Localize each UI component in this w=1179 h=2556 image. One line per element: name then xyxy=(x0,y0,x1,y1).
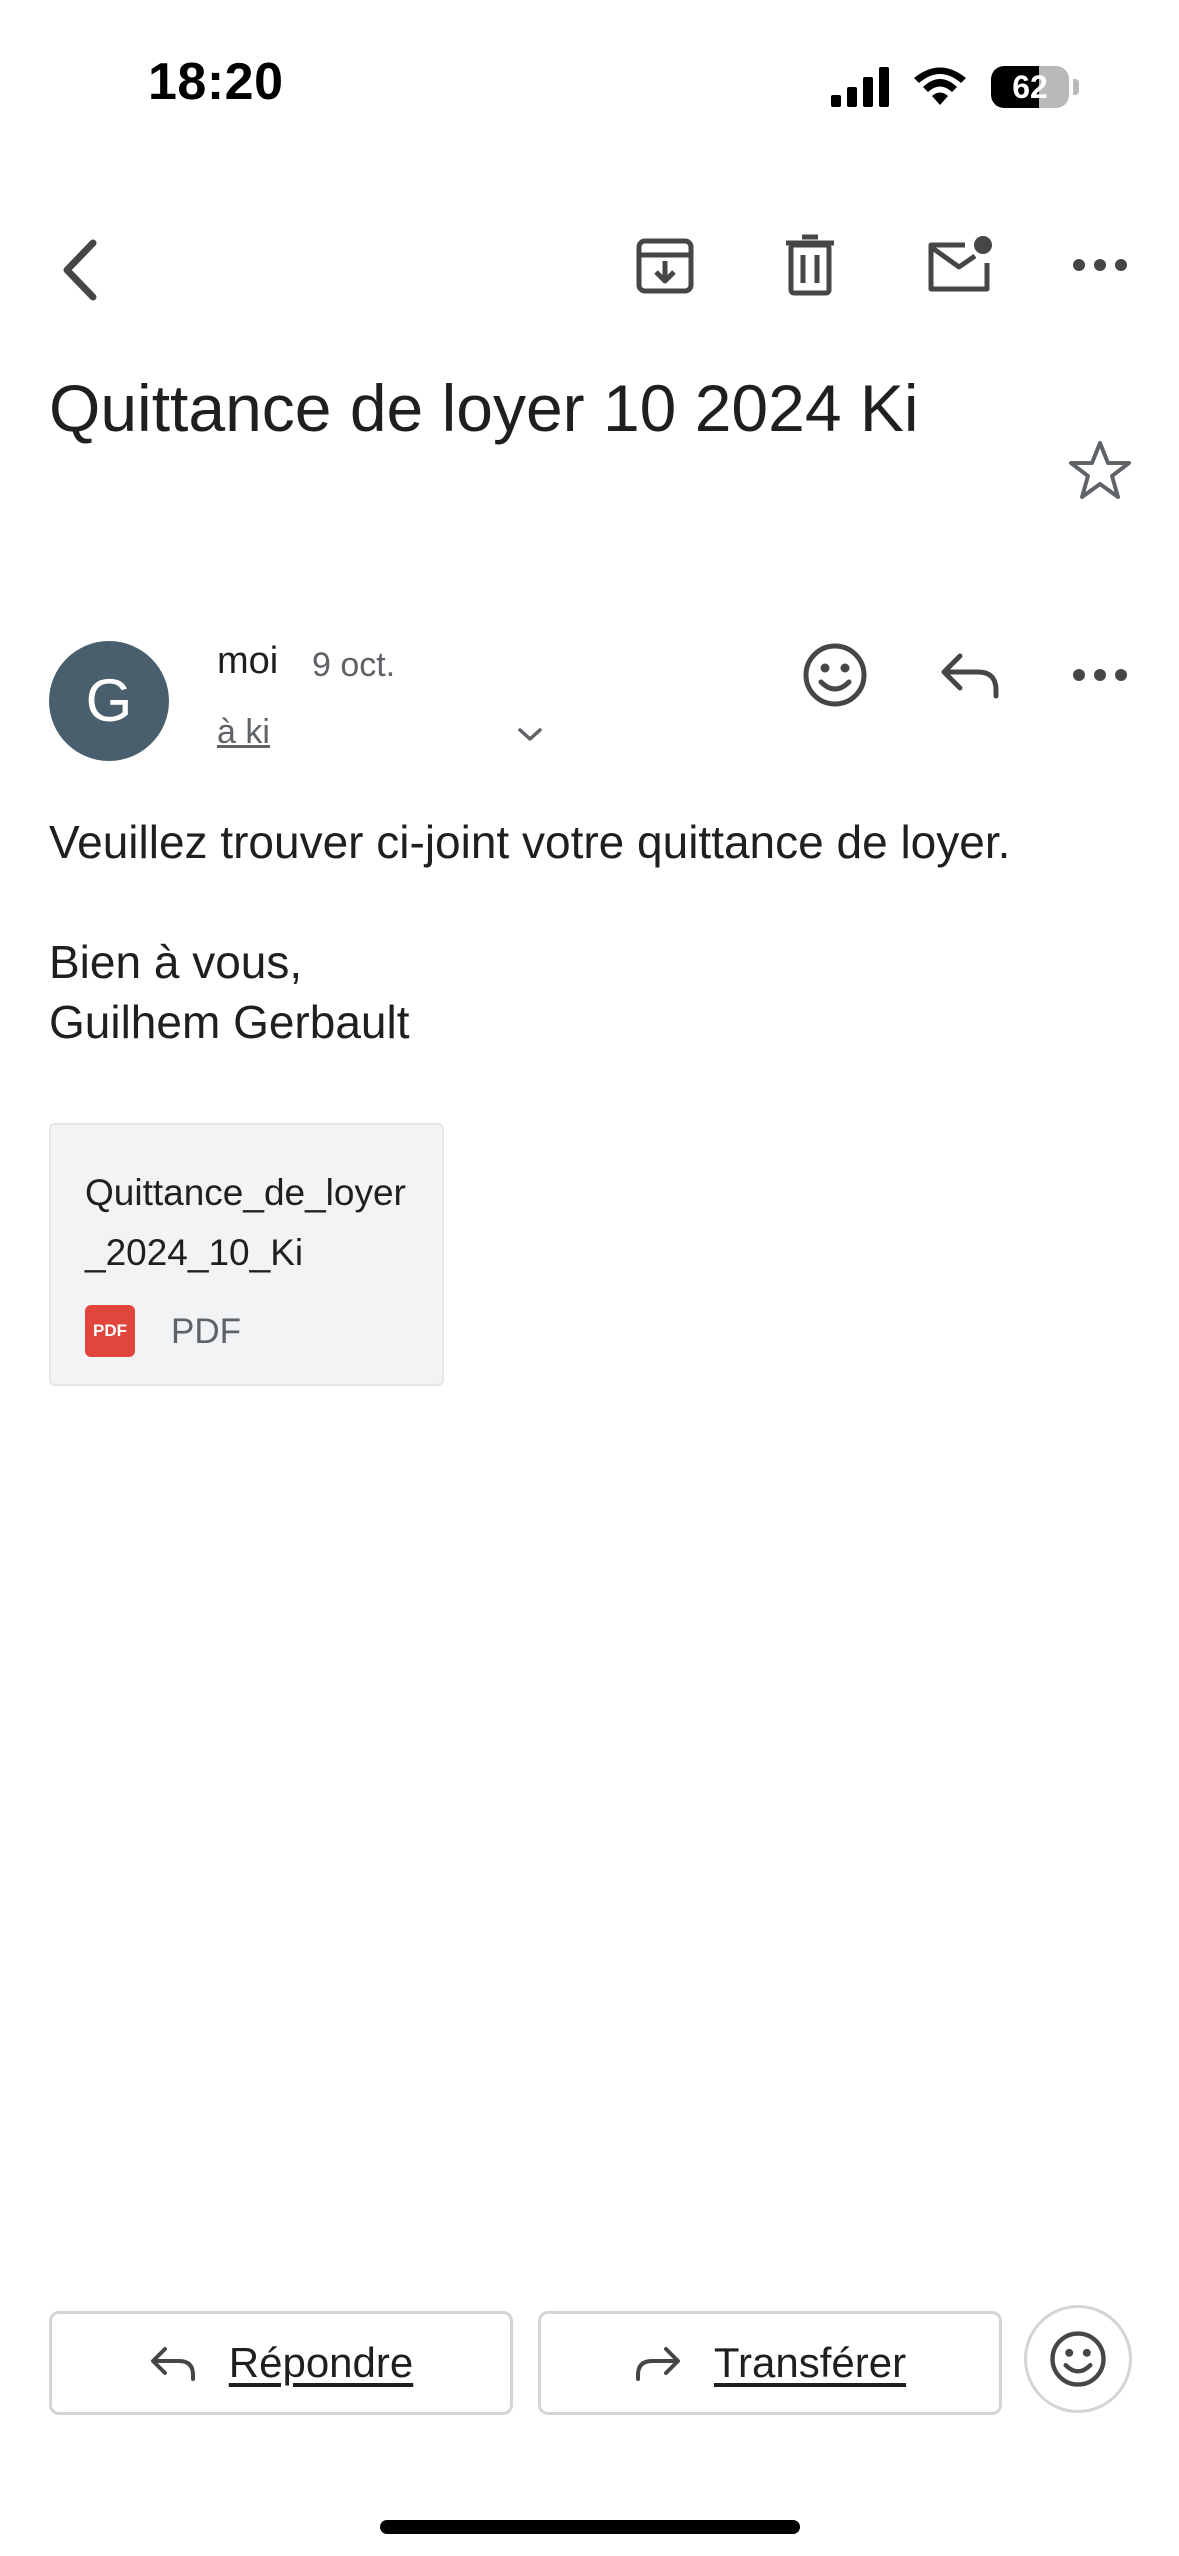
delete-button[interactable] xyxy=(760,215,860,315)
attachment-type: PDF xyxy=(171,1312,241,1351)
archive-button[interactable] xyxy=(615,215,715,315)
reply-icon xyxy=(150,2347,195,2381)
reply-button[interactable]: Répondre xyxy=(49,2311,513,2415)
reply-icon xyxy=(941,653,999,699)
signature: Guilhem Gerbault xyxy=(49,996,410,1048)
sender-avatar[interactable]: G xyxy=(49,641,169,761)
body-line: Bien à vous, xyxy=(49,936,303,988)
attachment-card[interactable]: Quittance_de_loyer_2024_10_Ki PDF PDF xyxy=(49,1123,444,1386)
cellular-signal-icon xyxy=(831,67,889,107)
status-time: 18:20 xyxy=(148,53,284,111)
sender-name: moi xyxy=(217,640,279,682)
star-button[interactable] xyxy=(1055,425,1145,515)
message-more-button[interactable] xyxy=(1050,625,1150,725)
forward-button[interactable]: Transférer xyxy=(538,2311,1002,2415)
email-body: Veuillez trouver ci-joint votre quittanc… xyxy=(49,812,1149,1052)
email-subject: Quittance de loyer 10 2024 Ki xyxy=(49,371,919,445)
home-indicator[interactable] xyxy=(380,2520,800,2534)
star-outline-icon xyxy=(1069,441,1131,499)
pdf-file-icon: PDF xyxy=(85,1305,135,1357)
reply-label: Répondre xyxy=(228,2339,414,2386)
emoji-reaction-button[interactable] xyxy=(1024,2305,1132,2413)
reply-icon-button[interactable] xyxy=(920,625,1020,725)
wifi-icon xyxy=(914,67,966,105)
add-reaction-button[interactable] xyxy=(785,625,885,725)
expand-details-button[interactable] xyxy=(500,705,560,765)
battery-percent: 62 xyxy=(1012,69,1048,105)
body-line: Veuillez trouver ci-joint votre quittanc… xyxy=(49,816,1011,868)
forward-label: Transférer xyxy=(713,2339,907,2386)
forward-icon xyxy=(635,2347,680,2381)
more-icon xyxy=(1073,259,1127,271)
email-date: 9 oct. xyxy=(312,646,396,684)
back-arrow-icon xyxy=(63,239,97,301)
back-button[interactable] xyxy=(30,220,130,320)
mark-unread-icon xyxy=(928,236,992,292)
mark-unread-button[interactable] xyxy=(905,215,1015,315)
emoji-icon xyxy=(803,643,867,707)
chevron-down-icon xyxy=(518,728,542,741)
status-icons: 62 xyxy=(831,62,1079,112)
trash-icon xyxy=(786,234,834,296)
more-options-button[interactable] xyxy=(1050,215,1150,315)
more-icon xyxy=(1073,669,1127,681)
battery-indicator: 62 xyxy=(991,66,1079,108)
archive-icon xyxy=(636,238,694,294)
recipient-details[interactable]: à ki xyxy=(217,713,270,752)
emoji-icon xyxy=(1050,2331,1106,2387)
attachment-name: Quittance_de_loyer_2024_10_Ki xyxy=(85,1172,406,1273)
